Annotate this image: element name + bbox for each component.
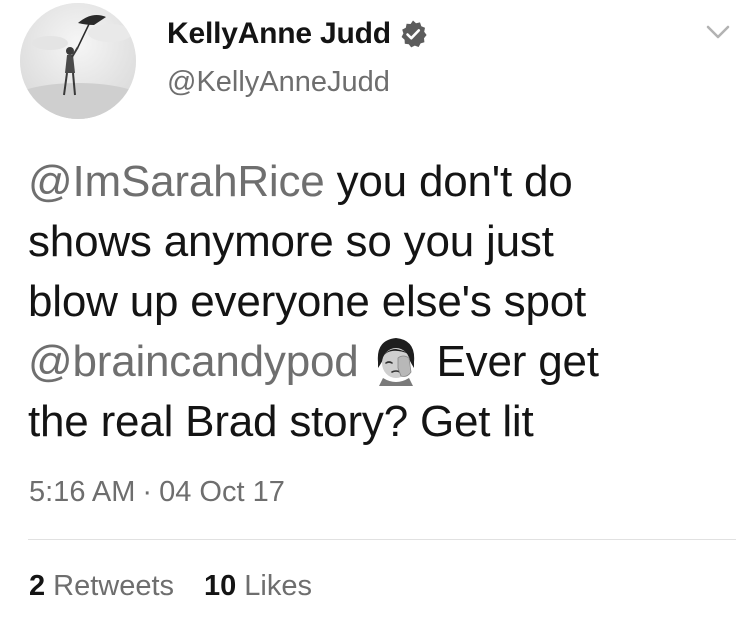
author-handle[interactable]: @KellyAnneJudd bbox=[167, 62, 390, 102]
mention-link[interactable]: @ImSarahRice bbox=[28, 157, 325, 206]
avatar-photo bbox=[20, 3, 136, 119]
tweet-stats: 2 Retweets 10 Likes bbox=[29, 566, 312, 606]
author-display-name[interactable]: KellyAnne Judd bbox=[167, 14, 391, 54]
face-palm-woman-emoji bbox=[369, 332, 423, 386]
tweet-text: @ImSarahRice you don't do shows anymore … bbox=[28, 152, 728, 452]
retweets-stat[interactable]: 2 Retweets bbox=[29, 566, 174, 606]
divider bbox=[28, 539, 736, 540]
verified-badge-icon bbox=[398, 19, 428, 49]
tweet-line-2: shows anymore so you just bbox=[28, 217, 554, 266]
tweet-time: 5:16 AM bbox=[29, 476, 136, 508]
tweet-line-3: blow up everyone else's spot bbox=[28, 277, 587, 326]
retweets-count: 2 bbox=[29, 570, 46, 602]
tweet-line-1: @ImSarahRice you don't do bbox=[28, 152, 728, 212]
likes-label: Likes bbox=[244, 570, 312, 602]
likes-stat[interactable]: 10 Likes bbox=[204, 566, 312, 606]
avatar[interactable] bbox=[20, 3, 136, 119]
tweet-date: 04 Oct 17 bbox=[159, 476, 285, 508]
chevron-down-icon[interactable] bbox=[703, 20, 733, 44]
tweet-line-5: the real Brad story? Get lit bbox=[28, 397, 534, 446]
tweet-text-segment: Ever get bbox=[436, 337, 599, 386]
author-name-row: KellyAnne Judd bbox=[167, 14, 428, 54]
tweet-timestamp[interactable]: 5:16 AM · 04 Oct 17 bbox=[29, 472, 285, 512]
tweet-text-segment: you don't do bbox=[324, 157, 573, 206]
tweet-card: KellyAnne Judd @KellyAnneJudd @ImSarahRi… bbox=[0, 0, 750, 623]
tweet-line-4: @braincandypod Ever get bbox=[28, 332, 728, 392]
retweets-label: Retweets bbox=[53, 570, 175, 602]
meta-separator: · bbox=[142, 476, 153, 508]
mention-link[interactable]: @braincandypod bbox=[28, 337, 359, 386]
likes-count: 10 bbox=[204, 570, 237, 602]
